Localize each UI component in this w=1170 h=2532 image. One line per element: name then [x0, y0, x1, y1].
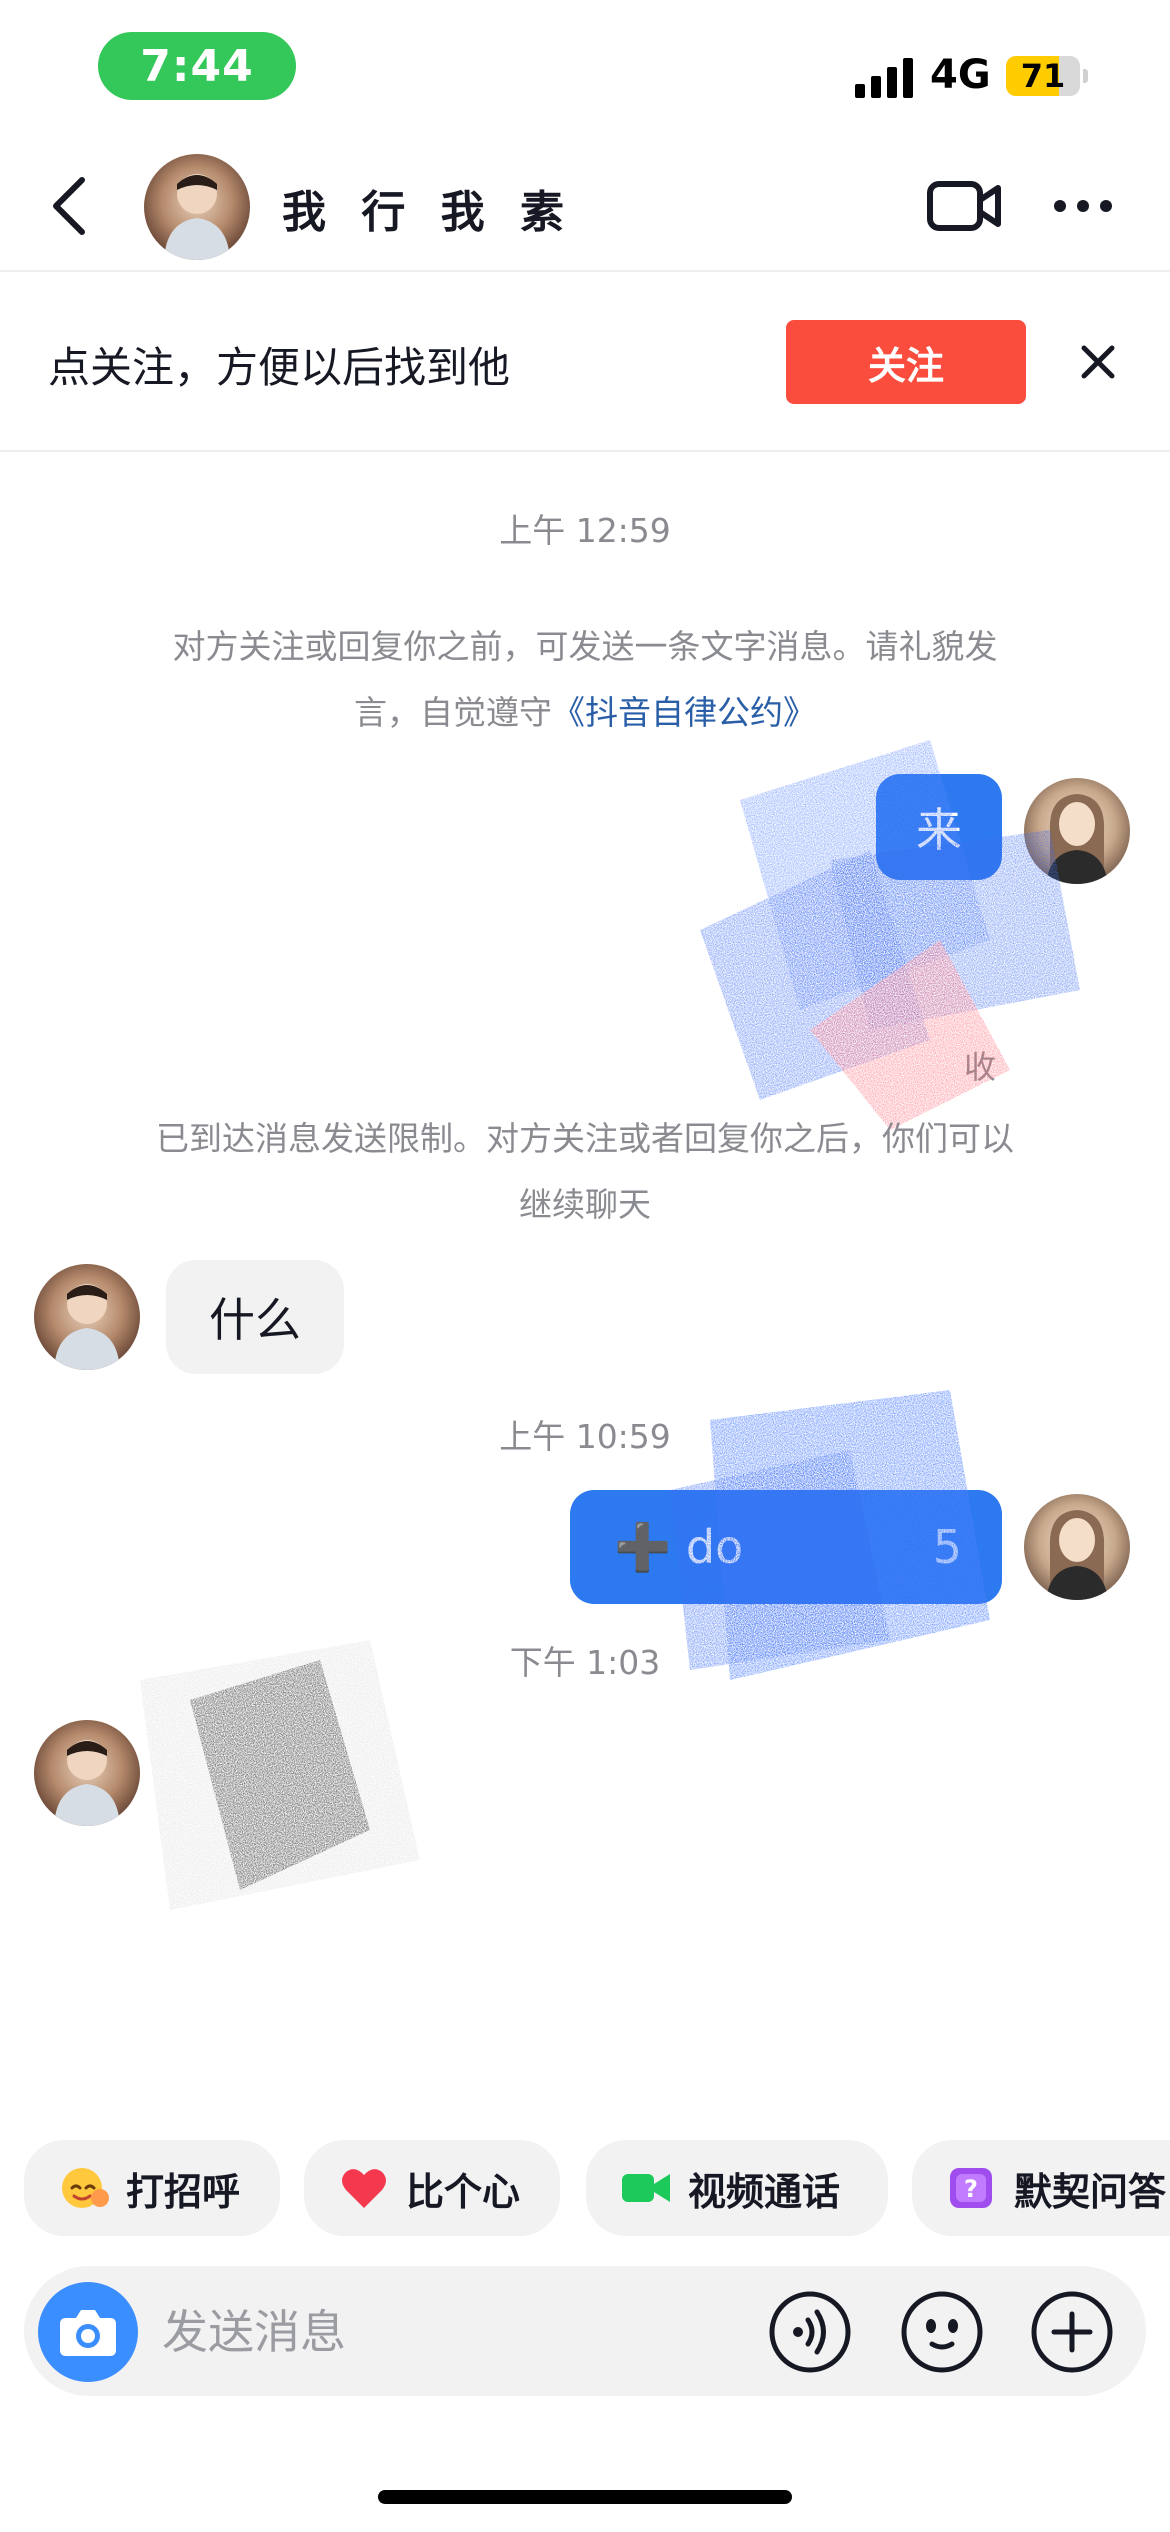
- network-type: 4G: [930, 52, 991, 98]
- quick-action-video-call[interactable]: 视频通话: [586, 2140, 888, 2236]
- my-avatar[interactable]: [1024, 1494, 1130, 1600]
- message-text: 来: [916, 803, 962, 857]
- quick-action-label: 视频通话: [688, 2169, 841, 2214]
- plus-icon[interactable]: [1030, 2290, 1114, 2374]
- follow-button[interactable]: 关注: [786, 320, 1026, 404]
- battery-icon: 71: [1006, 56, 1088, 96]
- system-notice-limit: 已到达消息发送限制。对方关注或者回复你之后，你们可以继续聊天: [156, 1119, 1014, 1224]
- message-text-suffix: 5: [932, 1520, 962, 1574]
- outgoing-message-bubble[interactable]: 来: [876, 774, 1002, 880]
- quick-action-quiz[interactable]: ? 默契问答: [912, 2140, 1170, 2236]
- message-text: 什么: [209, 1293, 301, 1347]
- question-box-icon: ?: [950, 2168, 992, 2208]
- quick-action-label: 默契问答: [1014, 2169, 1167, 2214]
- quick-action-greet[interactable]: 打招呼: [24, 2140, 280, 2236]
- incoming-message-bubble[interactable]: 什么: [166, 1260, 344, 1374]
- more-dots-icon[interactable]: [1052, 188, 1114, 224]
- wave-emoji-icon: [62, 2168, 109, 2208]
- system-notice-first-message: 对方关注或回复你之前，可发送一条文字消息。请礼貌发言，自觉遵守《抖音自律公约》: [140, 614, 1030, 746]
- follow-prompt-text: 点关注，方便以后找到他: [48, 343, 511, 392]
- cellular-signal-icon: [855, 58, 913, 98]
- status-bar: 7:44 4G 71: [0, 0, 1170, 130]
- quick-action-label: 打招呼: [126, 2169, 241, 2214]
- contact-avatar-message[interactable]: [34, 1264, 140, 1370]
- close-icon[interactable]: [1078, 342, 1118, 382]
- message-text: ➕ do: [614, 1519, 744, 1574]
- my-avatar[interactable]: [1024, 778, 1130, 884]
- video-camera-icon: [622, 2174, 670, 2202]
- chevron-left-icon[interactable]: [42, 170, 102, 242]
- voice-icon[interactable]: [768, 2290, 852, 2374]
- quick-action-label: 比个心: [406, 2169, 521, 2214]
- timestamp: 下午 1:03: [509, 1643, 661, 1682]
- timestamp: 上午 12:59: [499, 511, 671, 550]
- heart-icon: [342, 2169, 386, 2208]
- message-status-partial: 收: [964, 1048, 997, 1086]
- message-input[interactable]: [162, 2292, 762, 2372]
- video-call-icon[interactable]: [926, 178, 1002, 234]
- contact-name: 我 行 我 素: [282, 187, 574, 238]
- emoji-icon[interactable]: [900, 2290, 984, 2374]
- community-rules-link[interactable]: 《抖音自律公约》: [552, 693, 816, 732]
- quick-actions-row: 打招呼 比个心 视频通话 ? 默契问答: [0, 2140, 1170, 2236]
- message-input-bar: [24, 2266, 1146, 2396]
- svg-text:?: ?: [964, 2175, 978, 2203]
- follow-prompt-bar: 点关注，方便以后找到他 关注: [0, 272, 1170, 452]
- chat-header: 我 行 我 素: [0, 140, 1170, 272]
- timestamp: 上午 10:59: [499, 1417, 671, 1456]
- contact-avatar-message[interactable]: [34, 1720, 140, 1826]
- home-indicator: [378, 2490, 792, 2504]
- status-time: 7:44: [98, 32, 296, 100]
- camera-button[interactable]: [38, 2282, 138, 2382]
- battery-level: 71: [1020, 57, 1066, 95]
- contact-avatar[interactable]: [144, 154, 250, 260]
- outgoing-message-bubble[interactable]: ➕ do 5: [570, 1490, 1002, 1604]
- camera-icon: [60, 2310, 116, 2356]
- quick-action-heart[interactable]: 比个心: [304, 2140, 560, 2236]
